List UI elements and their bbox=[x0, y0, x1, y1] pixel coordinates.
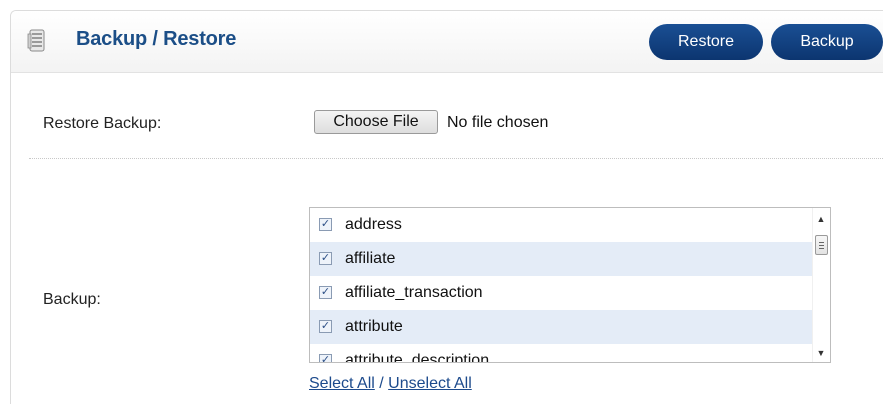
scroll-down-icon[interactable]: ▼ bbox=[816, 348, 826, 358]
table-name: attribute bbox=[345, 318, 403, 335]
list-item[interactable]: ✓ attribute_description bbox=[310, 344, 813, 363]
scroll-up-icon[interactable]: ▲ bbox=[816, 214, 826, 224]
section-divider bbox=[29, 158, 883, 159]
page-title: Backup / Restore bbox=[76, 28, 237, 50]
backup-restore-panel: Backup / Restore Restore Backup Restore … bbox=[10, 10, 883, 404]
scrollbar-thumb[interactable] bbox=[815, 235, 828, 255]
table-name: attribute_description bbox=[345, 352, 490, 363]
list-item[interactable]: ✓ attribute bbox=[310, 310, 813, 344]
table-checkbox[interactable]: ✓ bbox=[319, 320, 332, 333]
list-item[interactable]: ✓ affiliate_transaction bbox=[310, 276, 813, 310]
backup-icon bbox=[27, 29, 47, 53]
table-name: affiliate bbox=[345, 250, 396, 267]
table-checkbox[interactable]: ✓ bbox=[319, 354, 332, 362]
table-checkbox[interactable]: ✓ bbox=[319, 218, 332, 231]
unselect-all-link[interactable]: Unselect All bbox=[388, 375, 472, 392]
panel-heading: Backup / Restore Restore Backup bbox=[11, 11, 883, 73]
vertical-scrollbar[interactable]: ▲ ▼ bbox=[812, 208, 830, 362]
select-all-link[interactable]: Select All bbox=[309, 375, 375, 392]
table-checkbox[interactable]: ✓ bbox=[319, 286, 332, 299]
backup-button[interactable]: Backup bbox=[771, 24, 883, 60]
table-name: address bbox=[345, 216, 402, 233]
selection-links: Select All / Unselect All bbox=[309, 375, 472, 393]
restore-button[interactable]: Restore bbox=[649, 24, 763, 60]
restore-backup-label: Restore Backup: bbox=[43, 115, 162, 132]
link-separator: / bbox=[374, 375, 389, 392]
grip-line bbox=[819, 245, 824, 246]
grip-line bbox=[819, 248, 824, 249]
grip-line bbox=[819, 242, 824, 243]
choose-file-button[interactable]: Choose File bbox=[314, 110, 438, 134]
table-checkbox[interactable]: ✓ bbox=[319, 252, 332, 265]
backup-label: Backup: bbox=[43, 291, 101, 308]
list-item[interactable]: ✓ address bbox=[310, 208, 813, 242]
table-list[interactable]: ✓ address ✓ affiliate ✓ affiliate_transa… bbox=[309, 207, 831, 363]
list-item[interactable]: ✓ affiliate bbox=[310, 242, 813, 276]
file-status-text: No file chosen bbox=[447, 114, 549, 131]
table-list-items: ✓ address ✓ affiliate ✓ affiliate_transa… bbox=[310, 208, 813, 363]
table-name: affiliate_transaction bbox=[345, 284, 483, 301]
